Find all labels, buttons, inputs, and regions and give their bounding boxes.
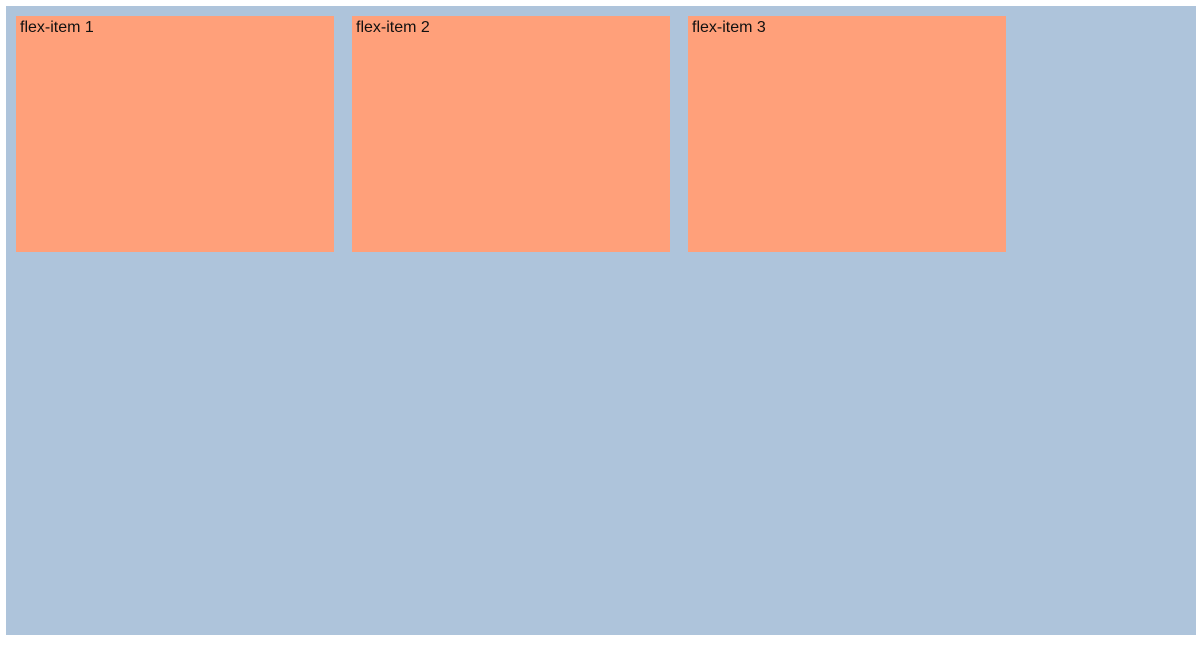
flex-item-2-label: flex-item 2 xyxy=(356,19,430,36)
flex-container: flex-item 1 flex-item 2 flex-item 3 xyxy=(6,6,1196,635)
flex-item-2: flex-item 2 xyxy=(352,16,670,252)
flex-item-1: flex-item 1 xyxy=(16,16,334,252)
flex-item-3-label: flex-item 3 xyxy=(692,19,766,36)
flex-item-3: flex-item 3 xyxy=(688,16,1006,252)
flex-item-1-label: flex-item 1 xyxy=(20,19,94,36)
